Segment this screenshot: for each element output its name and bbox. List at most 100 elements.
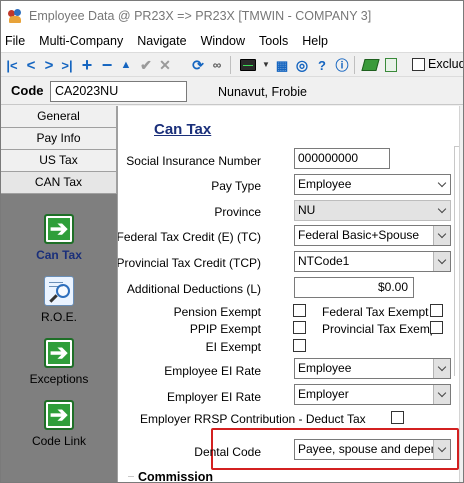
post-edit-icon[interactable]: ✔ — [137, 56, 155, 74]
provincial-tax-exempt-checkbox[interactable] — [430, 321, 443, 334]
province-select[interactable]: NU — [294, 200, 451, 221]
app-people-icon — [7, 8, 23, 24]
title-bar: Employee Data @ PR23X => PR23X [TMWIN - … — [1, 1, 463, 31]
province-label: Province — [214, 205, 261, 219]
right-panel-edge — [459, 106, 463, 482]
menu-tools[interactable]: Tools — [252, 31, 295, 52]
additional-deductions-label: Additional Deductions (L) — [126, 282, 261, 296]
dental-code-label: Dental Code — [194, 445, 261, 459]
chevron-down-icon[interactable] — [433, 359, 450, 378]
employer-ei-rate-label: Employer EI Rate — [166, 390, 261, 404]
nav-can-tax[interactable]: ➔ Can Tax — [1, 214, 117, 262]
refresh-icon[interactable]: ⟳ — [189, 56, 207, 74]
federal-tc-select[interactable]: Federal Basic+Spouse — [294, 225, 451, 246]
previous-record-icon[interactable]: < — [22, 56, 40, 74]
menu-window[interactable]: Window — [194, 31, 252, 52]
menu-multi-company[interactable]: Multi-Company — [32, 31, 130, 52]
sin-label: Social Insurance Number — [126, 154, 261, 168]
nav-can-tax-label: Can Tax — [36, 248, 82, 262]
employee-data-window: Employee Data @ PR23X => PR23X [TMWIN - … — [0, 0, 464, 483]
sin-field[interactable]: 000000000 — [294, 148, 390, 169]
dental-code-select[interactable]: Payee, spouse and dependents — [294, 439, 451, 460]
chevron-down-icon[interactable] — [433, 252, 450, 271]
provincial-tcp-label: Provincial Tax Credit (TCP) — [117, 256, 261, 270]
menu-bar: File Multi-Company Navigate Window Tools… — [1, 31, 463, 52]
nav-code-link[interactable]: ➔ Code Link — [1, 400, 117, 448]
employer-ei-rate-value: Employer — [298, 387, 349, 401]
magnifier-document-icon — [44, 276, 74, 306]
nav-exceptions[interactable]: ➔ Exceptions — [1, 338, 117, 386]
edit-record-icon[interactable]: ▲ — [117, 56, 135, 74]
employee-code-bar: Code CA2023NU Nunavut, Frobie — [1, 78, 463, 105]
sidebar: General Pay Info US Tax CAN Tax ➔ Can Ta… — [1, 106, 117, 482]
note-icon[interactable] — [382, 56, 400, 74]
employee-ei-rate-value: Employee — [298, 361, 352, 375]
tab-us-tax[interactable]: US Tax — [1, 150, 117, 172]
settings-icon[interactable]: ◎ — [293, 56, 311, 74]
commission-group-line — [128, 476, 134, 477]
find-binoculars-icon[interactable]: ∞ — [208, 56, 226, 74]
ppip-exempt-label: PPIP Exempt — [189, 322, 261, 336]
employee-ei-rate-label: Employee EI Rate — [164, 364, 261, 378]
green-book-icon[interactable] — [360, 56, 380, 74]
add-record-icon[interactable]: + — [78, 56, 96, 74]
pay-type-select[interactable]: Employee — [294, 174, 451, 195]
menu-help[interactable]: Help — [295, 31, 335, 52]
chevron-down-icon[interactable] — [433, 385, 450, 404]
federal-tax-exempt-checkbox[interactable] — [430, 304, 443, 317]
info-icon[interactable]: ⓘ — [333, 56, 351, 74]
delete-record-icon[interactable]: − — [98, 56, 116, 74]
provincial-tax-exempt-label: Provincial Tax Exempt — [322, 322, 440, 336]
menu-navigate[interactable]: Navigate — [130, 31, 193, 52]
menu-file[interactable]: File — [1, 31, 32, 52]
monitor-icon[interactable] — [239, 56, 257, 74]
nav-code-link-label: Code Link — [31, 434, 87, 448]
employer-ei-rate-select[interactable]: Employer — [294, 384, 451, 405]
pension-exempt-checkbox[interactable] — [293, 304, 306, 317]
chevron-down-icon[interactable] — [433, 175, 450, 194]
code-label: Code — [11, 83, 44, 98]
nav-roe[interactable]: R.O.E. — [1, 276, 117, 324]
federal-tax-exempt-label: Federal Tax Exempt — [322, 305, 429, 319]
federal-tc-label: Federal Tax Credit (E) (TC) — [117, 230, 261, 244]
can-tax-panel: Can Tax Social Insurance Number 00000000… — [117, 106, 463, 483]
province-value: NU — [298, 203, 316, 217]
toolbar-separator — [230, 56, 231, 74]
help-icon[interactable]: ? — [313, 56, 331, 74]
provincial-tcp-select[interactable]: NTCode1 — [294, 251, 451, 272]
green-arrow-icon: ➔ — [44, 338, 74, 368]
nav-roe-label: R.O.E. — [40, 310, 77, 324]
employee-ei-rate-select[interactable]: Employee — [294, 358, 451, 379]
last-record-icon[interactable]: >| — [58, 56, 76, 74]
additional-deductions-field[interactable]: $0.00 — [294, 277, 414, 298]
report-icon[interactable]: ▦ — [273, 56, 291, 74]
cancel-edit-icon[interactable]: ✕ — [156, 56, 174, 74]
tab-can-tax[interactable]: CAN Tax — [1, 172, 117, 194]
employee-name: Nunavut, Frobie — [218, 85, 307, 99]
pay-type-value: Employee — [298, 177, 352, 191]
tab-general[interactable]: General — [1, 106, 117, 128]
chevron-down-icon[interactable] — [433, 201, 450, 220]
first-record-icon[interactable]: |< — [3, 56, 21, 74]
ppip-exempt-checkbox[interactable] — [293, 321, 306, 334]
window-title: Employee Data @ PR23X => PR23X [TMWIN - … — [29, 9, 372, 23]
exclude-checkbox[interactable] — [412, 58, 425, 71]
commission-heading: Commission — [138, 470, 214, 483]
ei-exempt-checkbox[interactable] — [293, 339, 306, 352]
employer-rrsp-checkbox[interactable] — [391, 411, 404, 424]
chevron-down-icon[interactable] — [433, 440, 450, 459]
chevron-down-icon[interactable] — [433, 226, 450, 245]
exclude-label: Exclude — [428, 57, 463, 71]
federal-tc-value: Federal Basic+Spouse — [298, 228, 420, 242]
ei-exempt-label: EI Exempt — [205, 340, 261, 354]
employee-code-field[interactable]: CA2023NU — [50, 81, 187, 102]
page-title: Can Tax — [154, 121, 212, 138]
pension-exempt-label: Pension Exempt — [173, 305, 261, 319]
dental-code-value: Payee, spouse and dependents — [298, 442, 451, 456]
next-record-icon[interactable]: > — [40, 56, 58, 74]
tab-pay-info[interactable]: Pay Info — [1, 128, 117, 150]
toolbar: |< < > >| + − ▲ ✔ ✕ ⟳ ∞ ▼ ▦ ◎ ? ⓘ Exclud… — [1, 52, 463, 77]
green-arrow-icon: ➔ — [44, 214, 74, 244]
toolbar-separator — [354, 56, 355, 74]
green-arrow-icon: ➔ — [44, 400, 74, 430]
